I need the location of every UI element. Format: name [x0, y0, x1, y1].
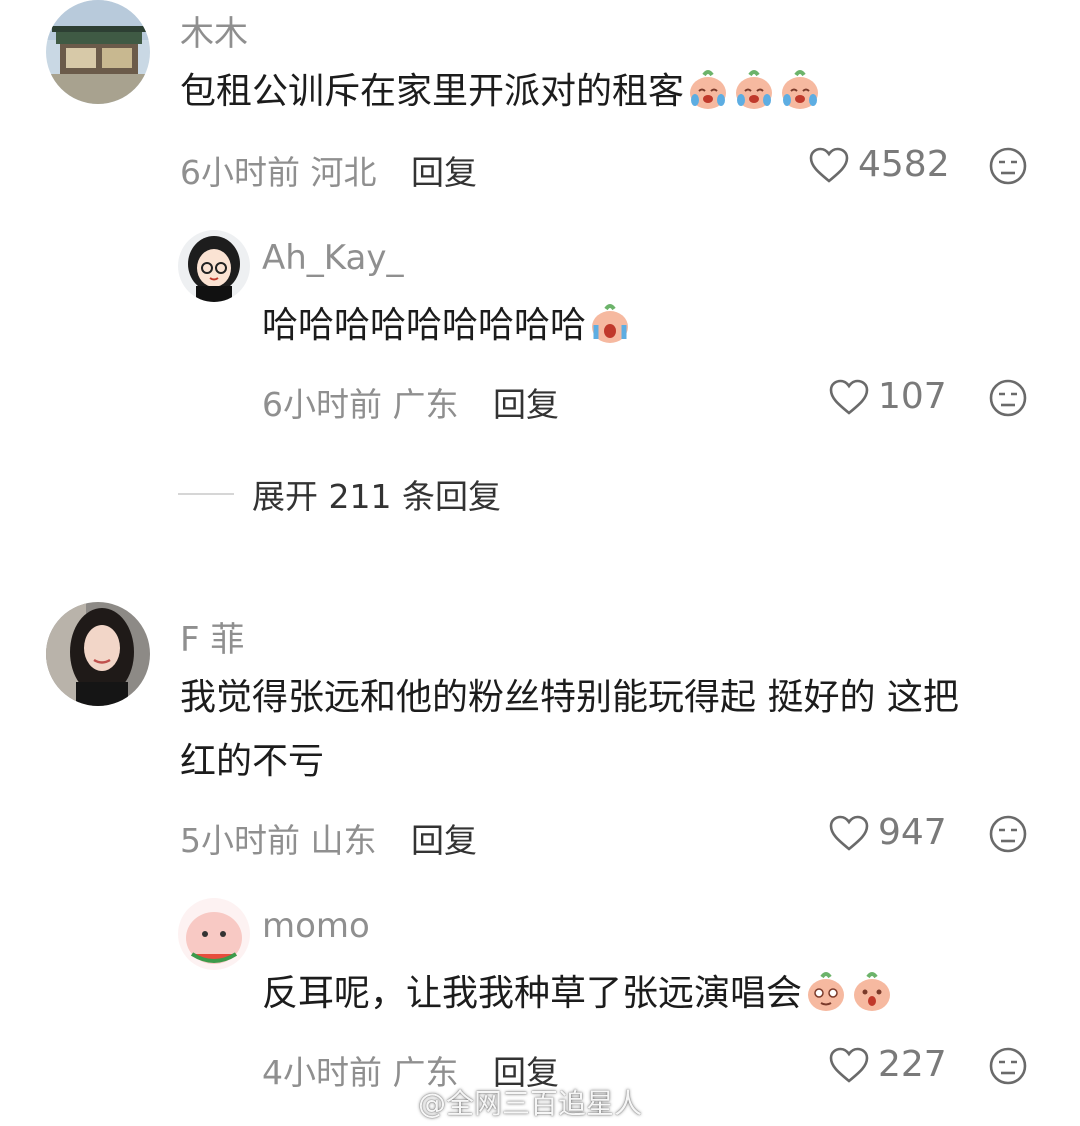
- comment-meta: 6小时前 河北 回复: [180, 146, 477, 194]
- like-count: 4582: [858, 144, 950, 185]
- heart-outline-icon: [829, 815, 869, 851]
- like-button[interactable]: 4582: [808, 144, 950, 185]
- username[interactable]: F 菲: [180, 612, 244, 661]
- avatar[interactable]: [178, 898, 250, 970]
- timestamp: 6小时前: [180, 153, 300, 192]
- shy-peach-emoji: [808, 972, 845, 1011]
- shocked-peach-emoji: [854, 972, 891, 1011]
- username[interactable]: 木木: [180, 6, 248, 55]
- comment-text-body: 包租公训斥在家里开派对的租客: [180, 71, 685, 112]
- reply-button[interactable]: 回复: [493, 385, 559, 424]
- comment-text: 反耳呢，让我我种草了张远演唱会: [262, 962, 894, 1026]
- tears-peach-emoji: [592, 304, 629, 343]
- avatar[interactable]: [178, 230, 250, 302]
- comment-text: 包租公训斥在家里开派对的租客: [180, 60, 822, 124]
- location: 河北: [310, 153, 377, 192]
- meh-face-icon[interactable]: [988, 814, 1028, 854]
- meh-face-icon[interactable]: [988, 378, 1028, 418]
- woman-photo-avatar-icon: [46, 602, 150, 706]
- comment-text: 我觉得张远和他的粉丝特别能玩得起 挺好的 这把 红的不亏: [180, 666, 959, 794]
- timestamp: 4小时前: [262, 1053, 382, 1092]
- divider: [178, 493, 234, 495]
- crying-laugh-peach-emoji: [736, 70, 773, 109]
- girl-cartoon-avatar-icon: [178, 230, 250, 302]
- expand-replies-button[interactable]: 展开 211 条回复: [178, 470, 501, 518]
- comment-meta: 6小时前 广东 回复: [262, 378, 559, 426]
- comment-text-body: 哈哈哈哈哈哈哈哈哈: [262, 305, 587, 346]
- comment-text-line: 我觉得张远和他的粉丝特别能玩得起 挺好的 这把: [180, 677, 959, 718]
- like-button[interactable]: 947: [828, 812, 947, 853]
- comment-text: 哈哈哈哈哈哈哈哈哈: [262, 294, 632, 358]
- crying-laugh-peach-emoji: [782, 70, 819, 109]
- expand-replies-label: 展开 211 条回复: [252, 477, 501, 516]
- avatar[interactable]: [46, 602, 150, 706]
- timestamp: 5小时前: [180, 821, 300, 860]
- heart-outline-icon: [809, 147, 849, 183]
- username[interactable]: Ah_Kay_: [262, 238, 403, 278]
- weibo-watermark: @全网三百追星人: [418, 1087, 643, 1120]
- gate-photo-avatar-icon: [46, 0, 150, 104]
- meh-face-icon[interactable]: [988, 146, 1028, 186]
- location: 山东: [310, 821, 377, 860]
- reply-button[interactable]: 回复: [411, 821, 477, 860]
- username[interactable]: momo: [262, 906, 370, 946]
- like-count: 107: [878, 376, 947, 417]
- like-button[interactable]: 227: [828, 1044, 947, 1085]
- crying-laugh-peach-emoji: [690, 70, 727, 109]
- comment-text-line: 红的不亏: [180, 741, 325, 782]
- like-button[interactable]: 107: [828, 376, 947, 417]
- like-count: 227: [878, 1044, 947, 1085]
- avatar[interactable]: [46, 0, 150, 104]
- reply-button[interactable]: 回复: [411, 153, 477, 192]
- heart-outline-icon: [829, 379, 869, 415]
- peach-watermelon-avatar-icon: [178, 898, 250, 970]
- heart-outline-icon: [829, 1047, 869, 1083]
- meh-face-icon[interactable]: [988, 1046, 1028, 1086]
- timestamp: 6小时前: [262, 385, 382, 424]
- comment-meta: 5小时前 山东 回复: [180, 814, 477, 862]
- comment-text-body: 反耳呢，让我我种草了张远演唱会: [262, 973, 803, 1014]
- like-count: 947: [878, 812, 947, 853]
- location: 广东: [392, 385, 459, 424]
